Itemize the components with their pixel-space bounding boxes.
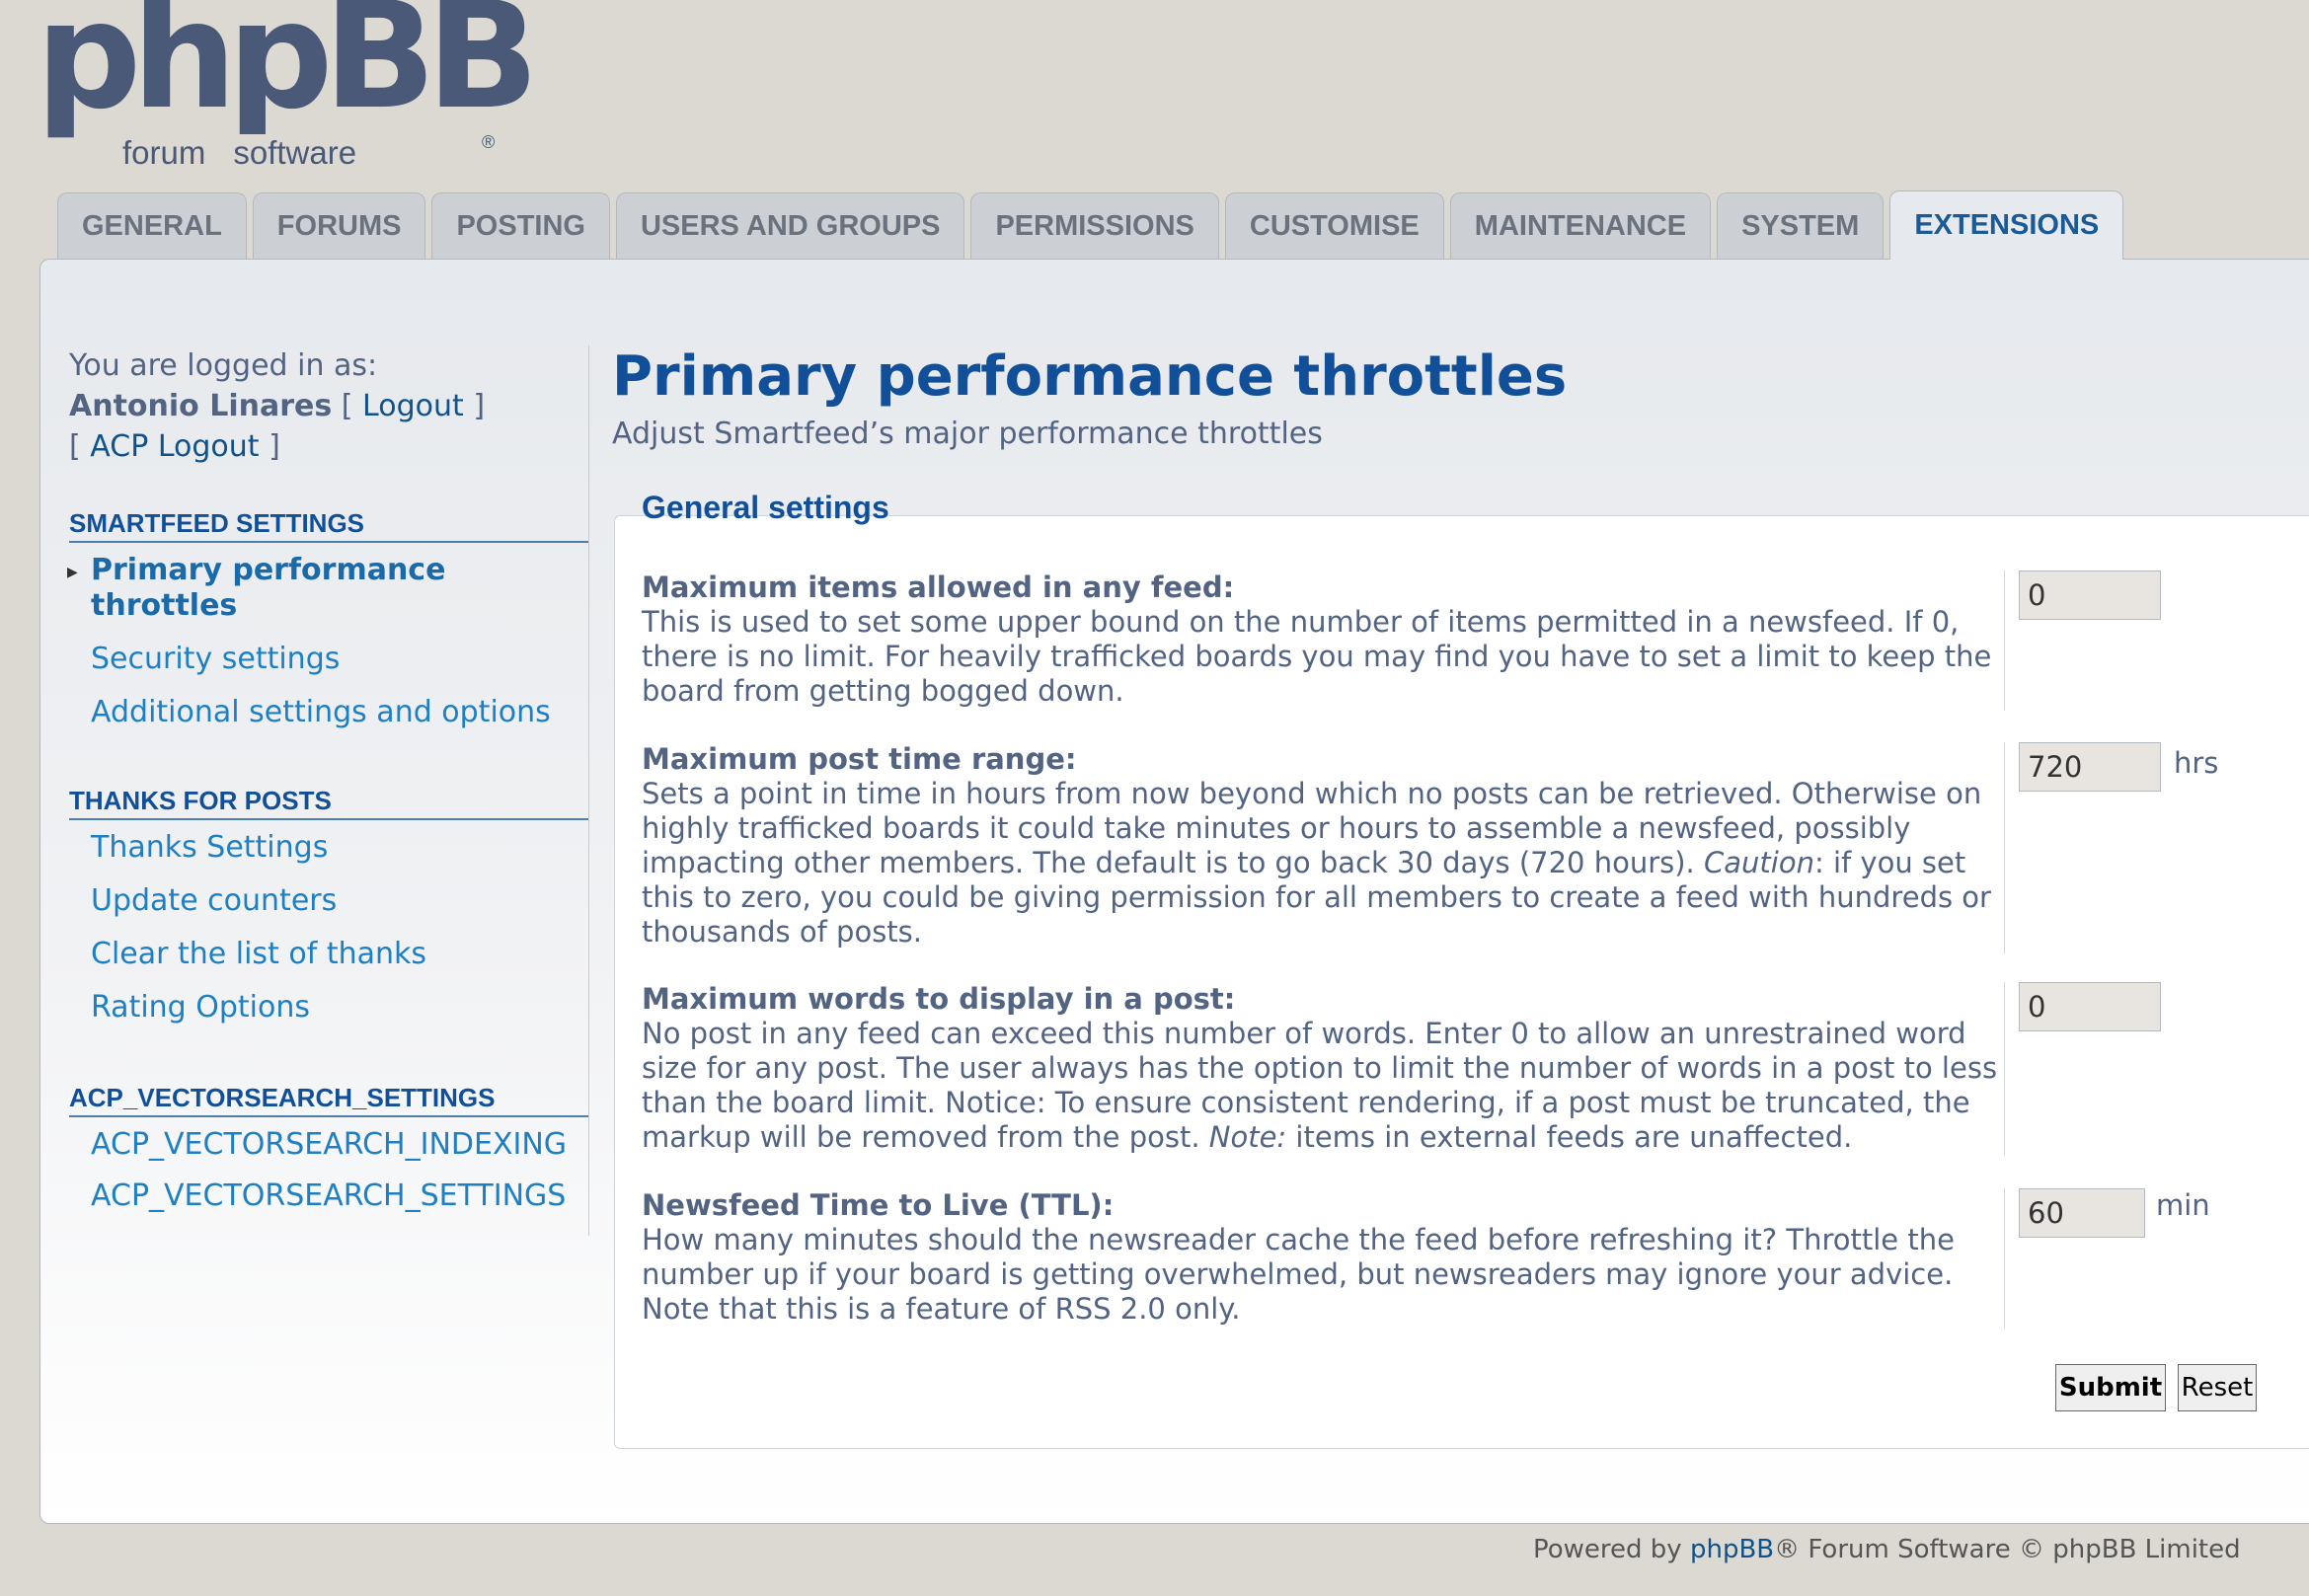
sidebar-item-vectorsearch-indexing[interactable]: ACP_VECTORSEARCH_INDEXING — [69, 1127, 587, 1163]
setting-description: This is used to set some upper bound on … — [642, 605, 1992, 708]
tab-users-and-groups[interactable]: USERS AND GROUPS — [615, 192, 965, 260]
logo-wordmark: phpBB — [36, 0, 539, 142]
setting-description: Sets a point in time in hours from now b… — [642, 777, 1991, 949]
setting-label: Newsfeed Time to Live (TTL): — [642, 1188, 1115, 1222]
tab-customise[interactable]: CUSTOMISE — [1224, 192, 1444, 260]
tab-posting[interactable]: POSTING — [431, 192, 610, 260]
setting-label: Maximum post time range: — [642, 742, 1077, 776]
tab-permissions[interactable]: PERMISSIONS — [970, 192, 1219, 260]
acp-logout-link[interactable]: ACP Logout — [90, 429, 259, 464]
sidebar-item-update-counters[interactable]: Update counters — [69, 883, 587, 919]
setting-label: Maximum words to display in a post: — [642, 982, 1236, 1016]
phpbb-link[interactable]: phpBB — [1690, 1535, 1774, 1564]
sidebar-item-additional-settings[interactable]: Additional settings and options — [69, 695, 587, 730]
sidebar-section-thanks: THANKS FOR POSTS — [69, 786, 588, 820]
login-info: You are logged in as: Antonio Linares [ … — [69, 345, 587, 467]
current-item-marker-icon: ▶ — [67, 565, 78, 580]
tab-extensions[interactable]: EXTENSIONS — [1889, 190, 2124, 260]
row-divider — [2004, 742, 2005, 953]
logo-registered-mark: ® — [482, 132, 496, 152]
reset-button[interactable]: Reset — [2178, 1364, 2257, 1411]
unit-label: hrs — [2174, 746, 2219, 780]
sidebar-item-security-settings[interactable]: Security settings — [69, 642, 587, 677]
sidebar-item-clear-thanks[interactable]: Clear the list of thanks — [69, 937, 587, 972]
content-header: Primary performance throttles Adjust Sma… — [612, 343, 2309, 451]
phpbb-logo: phpBB forum software ® — [36, 0, 539, 172]
submit-button[interactable]: Submit — [2055, 1364, 2166, 1411]
setting-label: Maximum items allowed in any feed: — [642, 570, 1235, 604]
tab-forums[interactable]: FORUMS — [252, 192, 426, 260]
max-post-time-range-input[interactable] — [2019, 742, 2161, 792]
row-divider — [2004, 982, 2005, 1156]
footer: Powered by phpBB® Forum Software © phpBB… — [1533, 1535, 2241, 1564]
tab-general[interactable]: GENERAL — [57, 192, 247, 260]
main-tabs: GENERAL FORUMS POSTING USERS AND GROUPS … — [57, 190, 2124, 260]
sidebar-section-vectorsearch: ACP_VECTORSEARCH_SETTINGS — [69, 1083, 588, 1117]
logo-tagline: forum software — [115, 134, 365, 172]
max-items-input[interactable] — [2019, 570, 2161, 620]
page-subtitle: Adjust Smartfeed’s major performance thr… — [612, 417, 1323, 451]
logout-link[interactable]: Logout — [362, 389, 464, 423]
setting-description: How many minutes should the newsreader c… — [642, 1223, 1955, 1326]
tab-system[interactable]: SYSTEM — [1717, 192, 1885, 260]
unit-label: min — [2156, 1188, 2210, 1222]
login-username: Antonio Linares — [69, 389, 333, 423]
row-divider — [2004, 570, 2005, 711]
ttl-input[interactable] — [2019, 1188, 2145, 1238]
login-prefix: You are logged in as: — [69, 348, 378, 383]
sidebar-divider — [588, 345, 589, 1236]
sidebar-section-smartfeed: SMARTFEED SETTINGS — [69, 508, 588, 543]
sidebar-item-primary-performance-throttles[interactable]: ▶ Primary performance throttles — [67, 553, 587, 624]
setting-description: No post in any feed can exceed this numb… — [642, 1017, 1998, 1154]
row-divider — [2004, 1188, 2005, 1329]
fieldset-legend: General settings — [642, 490, 889, 525]
max-words-input[interactable] — [2019, 982, 2161, 1031]
sidebar-item-rating-options[interactable]: Rating Options — [69, 990, 587, 1026]
tab-maintenance[interactable]: MAINTENANCE — [1449, 192, 1712, 260]
sidebar: You are logged in as: Antonio Linares [ … — [67, 345, 589, 1236]
sidebar-item-vectorsearch-settings[interactable]: ACP_VECTORSEARCH_SETTINGS — [69, 1178, 587, 1214]
sidebar-item-thanks-settings[interactable]: Thanks Settings — [69, 830, 587, 866]
page-title: Primary performance throttles — [612, 344, 1568, 409]
